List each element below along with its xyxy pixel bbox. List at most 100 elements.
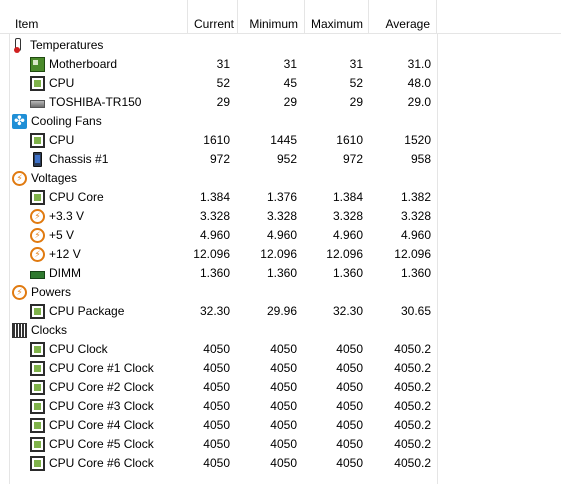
sensor-row[interactable]: CPU Package 32.30 29.96 32.30 30.65 xyxy=(0,302,561,321)
minimum-value: 29 xyxy=(283,95,297,109)
sensor-group-row[interactable]: Clocks xyxy=(0,321,561,340)
sensor-name: CPU Clock xyxy=(49,342,108,356)
sensor-row[interactable]: DIMM 1.360 1.360 1.360 1.360 xyxy=(0,264,561,283)
maximum-value: 52 xyxy=(349,76,363,90)
sensor-row[interactable]: +5 V 4.960 4.960 4.960 4.960 xyxy=(0,226,561,246)
current-value: 4050 xyxy=(203,380,230,394)
sensor-row[interactable]: TOSHIBA-TR150 29 29 29 29.0 xyxy=(0,93,561,112)
sensor-label: CPU Package xyxy=(30,302,124,321)
sensor-row[interactable]: CPU Core 1.384 1.376 1.384 1.382 xyxy=(0,188,561,207)
current-value: 1.384 xyxy=(199,190,230,204)
minimum-value: 45 xyxy=(283,76,297,90)
current-value: 4.960 xyxy=(199,228,230,242)
sensor-name: CPU Core #3 Clock xyxy=(49,399,154,413)
average-value: 30.65 xyxy=(400,304,431,318)
sensor-name: CPU Core #5 Clock xyxy=(49,437,154,451)
average-value: 12.096 xyxy=(394,247,431,261)
dimm-icon xyxy=(30,271,45,279)
sensor-label: CPU Core #2 Clock xyxy=(30,378,154,397)
minimum-value: 1.376 xyxy=(266,190,297,204)
minimum-value: 3.328 xyxy=(266,209,297,223)
sensor-label: CPU Core #3 Clock xyxy=(30,397,154,416)
chassis-icon xyxy=(33,152,42,167)
current-value: 4050 xyxy=(203,456,230,470)
average-value: 1.382 xyxy=(400,190,431,204)
sensor-row[interactable]: CPU Core #6 Clock 4050 4050 4050 4050.2 xyxy=(0,454,561,473)
sensor-row[interactable]: CPU 52 45 52 48.0 xyxy=(0,74,561,93)
current-value: 4050 xyxy=(203,437,230,451)
sensor-group-row[interactable]: Voltages xyxy=(0,169,561,189)
sensor-group-row[interactable]: Cooling Fans xyxy=(0,112,561,131)
drive-icon xyxy=(30,100,45,108)
column-header-minimum[interactable]: Minimum xyxy=(238,0,305,33)
voltage-bolt-icon xyxy=(12,284,27,303)
maximum-value: 4050 xyxy=(336,456,363,470)
sensor-group-row[interactable]: Powers xyxy=(0,283,561,303)
sensor-name: CPU xyxy=(49,133,75,147)
minimum-value: 1445 xyxy=(270,133,297,147)
maximum-value: 4.960 xyxy=(332,228,363,242)
current-value: 4050 xyxy=(203,342,230,356)
minimum-value: 4050 xyxy=(270,399,297,413)
sensor-row[interactable]: +3.3 V 3.328 3.328 3.328 3.328 xyxy=(0,207,561,227)
average-value: 31.0 xyxy=(407,57,431,71)
cpu-chip-icon xyxy=(30,380,45,395)
sensor-group-row[interactable]: Temperatures xyxy=(0,36,561,55)
sensor-label: CPU Core #4 Clock xyxy=(30,416,154,435)
minimum-value: 4050 xyxy=(270,342,297,356)
voltage-bolt-icon xyxy=(30,227,45,246)
sensor-label: CPU Core #5 Clock xyxy=(30,435,154,454)
average-value: 29.0 xyxy=(407,95,431,109)
group-label: Cooling Fans xyxy=(12,112,102,131)
sensor-name: TOSHIBA-TR150 xyxy=(49,95,142,109)
sensor-row[interactable]: CPU Clock 4050 4050 4050 4050.2 xyxy=(0,340,561,359)
column-header-item[interactable]: Item xyxy=(9,0,188,33)
sensor-row[interactable]: CPU Core #2 Clock 4050 4050 4050 4050.2 xyxy=(0,378,561,397)
sensor-name: +5 V xyxy=(49,228,75,242)
sensor-row[interactable]: CPU Core #3 Clock 4050 4050 4050 4050.2 xyxy=(0,397,561,416)
average-value: 4050.2 xyxy=(394,437,431,451)
maximum-value: 32.30 xyxy=(332,304,363,318)
average-value: 48.0 xyxy=(407,76,431,90)
sensor-name: Motherboard xyxy=(49,57,118,71)
cpu-chip-icon xyxy=(30,342,45,357)
column-header-maximum[interactable]: Maximum xyxy=(305,0,369,33)
sensor-label: Motherboard xyxy=(30,55,117,74)
sensor-row[interactable]: CPU Core #5 Clock 4050 4050 4050 4050.2 xyxy=(0,435,561,454)
current-value: 3.328 xyxy=(199,209,230,223)
average-value: 4050.2 xyxy=(394,342,431,356)
cpu-chip-icon xyxy=(30,456,45,471)
sensor-name: Chassis #1 xyxy=(49,152,109,166)
cpu-chip-icon xyxy=(30,399,45,414)
group-label-text: Cooling Fans xyxy=(31,114,102,128)
sensor-name: CPU Package xyxy=(49,304,125,318)
minimum-value: 1.360 xyxy=(266,266,297,280)
group-label-text: Temperatures xyxy=(30,38,104,52)
sensor-row[interactable]: Chassis #1 972 952 972 958 xyxy=(0,150,561,169)
maximum-value: 972 xyxy=(342,152,363,166)
minimum-value: 29.96 xyxy=(266,304,297,318)
minimum-value: 4050 xyxy=(270,456,297,470)
current-value: 29 xyxy=(216,95,230,109)
sensor-row[interactable]: Motherboard 31 31 31 31.0 xyxy=(0,55,561,74)
maximum-value: 1.360 xyxy=(332,266,363,280)
sensor-name: +3.3 V xyxy=(49,209,85,223)
column-header-average[interactable]: Average xyxy=(369,0,437,33)
sensor-label: DIMM xyxy=(30,264,81,283)
maximum-value: 29 xyxy=(349,95,363,109)
maximum-value: 4050 xyxy=(336,437,363,451)
sensor-row[interactable]: CPU Core #1 Clock 4050 4050 4050 4050.2 xyxy=(0,359,561,378)
sensor-row[interactable]: CPU 1610 1445 1610 1520 xyxy=(0,131,561,150)
column-header-current[interactable]: Current xyxy=(188,0,238,33)
sensor-label: CPU Clock xyxy=(30,340,108,359)
maximum-value: 31 xyxy=(349,57,363,71)
sensor-label: CPU Core #6 Clock xyxy=(30,454,154,473)
sensor-name: CPU Core #4 Clock xyxy=(49,418,154,432)
sensor-row[interactable]: +12 V 12.096 12.096 12.096 12.096 xyxy=(0,245,561,265)
group-label: Temperatures xyxy=(12,36,103,55)
sensor-row[interactable]: CPU Core #4 Clock 4050 4050 4050 4050.2 xyxy=(0,416,561,435)
current-value: 52 xyxy=(216,76,230,90)
sensor-name: CPU Core #6 Clock xyxy=(49,456,154,470)
sensor-name: CPU Core #1 Clock xyxy=(49,361,154,375)
minimum-value: 4050 xyxy=(270,380,297,394)
